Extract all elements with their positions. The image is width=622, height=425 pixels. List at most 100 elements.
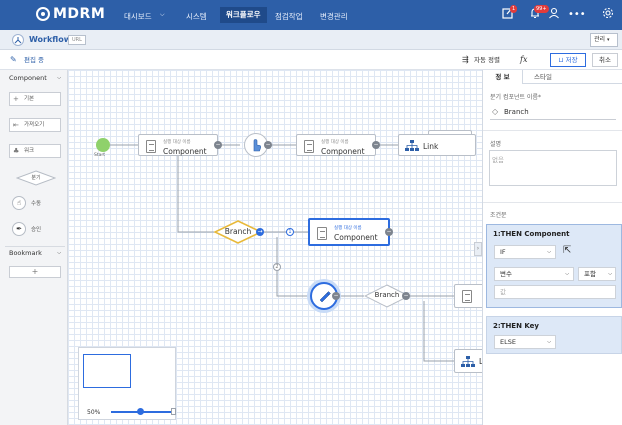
component-section-select[interactable]: Component ⌵ bbox=[5, 72, 65, 85]
operator-select-label: 포함 bbox=[584, 270, 596, 278]
node-title: Link bbox=[423, 142, 439, 151]
component-node-partial[interactable] bbox=[454, 284, 482, 308]
start-node[interactable] bbox=[96, 138, 110, 152]
edge-component-branch bbox=[177, 156, 214, 233]
component-node[interactable]: 실행 대상 이름 Component bbox=[296, 134, 376, 156]
minimap-viewport[interactable] bbox=[83, 354, 131, 388]
node-port-icon[interactable]: − bbox=[385, 228, 393, 236]
component-section-label: Component bbox=[9, 74, 47, 82]
save-icon: ⊔ bbox=[558, 56, 564, 64]
tab-style[interactable]: 스타일 bbox=[523, 70, 563, 84]
manage-select[interactable]: 관리 ▾ bbox=[590, 33, 618, 47]
fx-button[interactable]: fx bbox=[520, 53, 527, 67]
hand-icon: ☝ bbox=[12, 196, 26, 210]
branch-node[interactable]: Branch bbox=[213, 220, 263, 244]
plus-icon: + bbox=[13, 95, 19, 103]
auto-align-button[interactable]: 자동 정렬 bbox=[474, 53, 500, 67]
divider bbox=[483, 130, 622, 131]
minimap[interactable]: 50% bbox=[78, 347, 176, 420]
menu-dashboard[interactable]: 대시보드 bbox=[124, 11, 152, 22]
link-node[interactable]: Link bbox=[398, 134, 476, 156]
more-icon[interactable]: ••• bbox=[568, 7, 586, 23]
edit-badge: 1 bbox=[510, 5, 518, 13]
properties-panel: 정 보 스타일 분기 컴포넌트 이름* ◇ Branch 설명 없음 조건문 1… bbox=[482, 70, 622, 425]
manage-select-label: 관리 bbox=[594, 36, 606, 43]
palette-item-import[interactable]: ⇤ 가져오기 bbox=[9, 118, 61, 132]
else-select[interactable]: ELSE ⌵ bbox=[494, 335, 556, 349]
branch-port-icon[interactable]: − bbox=[402, 292, 410, 300]
palette-item-label: 수동 bbox=[31, 201, 42, 207]
zoom-slider-end bbox=[171, 408, 176, 415]
bookmark-section-label: Bookmark bbox=[9, 249, 42, 257]
palette-item-basic[interactable]: + 기본 bbox=[9, 92, 61, 106]
edge-badge[interactable]: 2 bbox=[273, 263, 281, 271]
cancel-button[interactable]: 취소 bbox=[592, 53, 618, 67]
palette-item-branch[interactable]: 분기 bbox=[15, 170, 57, 186]
menu-change-management[interactable]: 변경관리 bbox=[320, 11, 348, 22]
bookmark-chevron-icon: ⌵ bbox=[57, 250, 61, 256]
palette-item-work[interactable]: ♣ 워크 bbox=[9, 144, 61, 158]
variable-select-label: 변수 bbox=[500, 270, 512, 278]
import-arrow-icon: ⇤ bbox=[13, 121, 19, 129]
node-port-icon[interactable]: − bbox=[372, 141, 380, 149]
cursor-icon: ⇱ bbox=[563, 245, 572, 256]
link-node-partial[interactable]: L bbox=[454, 349, 482, 373]
if-select-label: IF bbox=[500, 248, 506, 256]
condition-card-2[interactable]: 2:THEN Key ELSE ⌵ bbox=[486, 316, 622, 354]
branch-port-icon[interactable]: → bbox=[256, 228, 264, 236]
approve-port-icon[interactable]: − bbox=[332, 292, 340, 300]
input-underline bbox=[490, 119, 616, 120]
component-node[interactable]: 실행 대상 이름 Component bbox=[138, 134, 218, 156]
chevron-down-icon: ⌵ bbox=[608, 271, 612, 277]
zoom-slider-handle[interactable] bbox=[137, 408, 144, 415]
palette-item-label: 기본 bbox=[24, 96, 35, 102]
operator-select[interactable]: 포함 ⌵ bbox=[578, 267, 616, 281]
app-logo[interactable]: MDRM bbox=[36, 6, 105, 22]
if-select[interactable]: IF ⌵ bbox=[494, 245, 556, 259]
description-label: 설명 bbox=[490, 141, 502, 148]
description-textarea[interactable]: 없음 bbox=[489, 150, 617, 186]
menu-inspection[interactable]: 점검작업 bbox=[275, 11, 303, 22]
save-button[interactable]: ⊔ 저장 bbox=[550, 53, 586, 67]
panel-collapse-icon[interactable]: › bbox=[474, 242, 482, 256]
branch-name-input[interactable]: Branch bbox=[504, 108, 529, 116]
value-input[interactable]: 값 bbox=[494, 285, 616, 299]
auto-align-icon[interactable]: ⇶ bbox=[462, 53, 469, 67]
menu-system[interactable]: 시스템 bbox=[186, 11, 207, 22]
save-label: 저장 bbox=[565, 56, 578, 64]
tab-info[interactable]: 정 보 bbox=[483, 70, 523, 84]
branch-name-label: 분기 컴포넌트 이름* bbox=[490, 94, 541, 101]
manual-port-icon[interactable]: − bbox=[264, 141, 272, 149]
edge-badge[interactable]: 1 bbox=[286, 228, 294, 236]
menu-workflow[interactable]: 워크플로우 bbox=[220, 7, 267, 23]
dashboard-chevron-icon[interactable]: ⌵ bbox=[160, 11, 165, 19]
else-select-label: ELSE bbox=[500, 338, 516, 346]
node-port-icon[interactable]: − bbox=[214, 141, 222, 149]
variable-select[interactable]: 변수 ⌵ bbox=[494, 267, 574, 281]
hierarchy-icon bbox=[405, 140, 419, 151]
panel-tabs: 정 보 스타일 bbox=[483, 70, 622, 84]
bookmark-section-select[interactable]: Bookmark ⌵ bbox=[5, 246, 65, 259]
node-title: Component bbox=[321, 147, 365, 156]
url-tag[interactable]: URL bbox=[68, 35, 86, 45]
workflow-header-bar: Workflow URL 관리 ▾ bbox=[0, 30, 622, 50]
workflow-canvas[interactable]: Start 실행 대상 이름 Component − − 실행 대상 이름 Co… bbox=[68, 70, 482, 425]
edit-mode-label: 편집 중 bbox=[24, 56, 45, 64]
palette-item-label: 분기 bbox=[31, 175, 41, 181]
document-icon bbox=[462, 290, 472, 303]
zoom-level: 50% bbox=[87, 409, 101, 416]
add-bookmark-button[interactable]: + bbox=[9, 266, 61, 278]
workflow-icon bbox=[12, 34, 24, 46]
condition-title: 2:THEN Key bbox=[493, 322, 539, 330]
condition-card-1[interactable]: 1:THEN Component IF ⌵ ⇱ 변수 ⌵ 포함 ⌵ 값 bbox=[486, 224, 622, 308]
hierarchy-icon: ♣ bbox=[13, 147, 20, 155]
document-icon bbox=[304, 140, 314, 153]
workflow-title: Workflow bbox=[29, 35, 72, 44]
user-icon[interactable] bbox=[546, 7, 562, 23]
settings-gear-icon[interactable] bbox=[600, 7, 616, 23]
palette-item-label: 가져오기 bbox=[24, 122, 45, 128]
chevron-down-icon: ⌵ bbox=[547, 249, 551, 255]
component-node-selected[interactable]: 실행 대상 이름 Component bbox=[308, 218, 390, 246]
diamond-icon: ◇ bbox=[492, 107, 499, 116]
palette-item-label: 승인 bbox=[31, 227, 42, 233]
